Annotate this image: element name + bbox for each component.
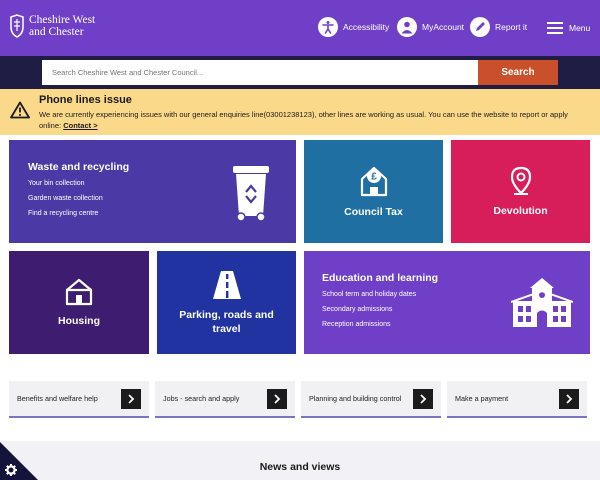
link-secondary-admissions[interactable]: Secondary admissions [322,306,416,313]
logo-line-2: and Chester [29,26,84,38]
tile-title-line-2: travel [212,322,241,335]
council-logo[interactable]: Cheshire West and Chester [9,14,95,38]
house-pound-icon: £ [360,166,387,196]
link-reception-admissions[interactable]: Reception admissions [322,321,416,328]
crest-icon [10,14,24,38]
chevron-right-icon [267,389,287,409]
map-pin-icon [510,166,531,195]
link-find-recycling-centre[interactable]: Find a recycling centre [28,210,103,217]
contact-link[interactable]: Contact > [63,121,97,130]
myaccount-link[interactable]: MyAccount [397,17,464,37]
tile-links: Your bin collection Garden waste collect… [28,172,103,217]
report-it-link[interactable]: Report it [470,17,527,37]
road-icon [212,270,241,299]
accessibility-label: Accessibility [343,22,390,32]
chevron-right-icon [121,389,141,409]
tile-title: Council Tax [344,205,403,218]
tile-title: Parking, roads and travel [179,308,274,336]
quick-link-jobs[interactable]: Jobs - search and apply [155,381,295,418]
alert-body: We are currently experiencing issues wit… [39,109,591,131]
tile-council-tax[interactable]: £ Council Tax [304,140,443,243]
myaccount-label: MyAccount [422,22,465,32]
tile-devolution[interactable]: Devolution [451,140,590,243]
house-icon [65,278,93,305]
wheelie-bin-icon [233,166,269,222]
accessibility-link[interactable]: Accessibility [318,17,389,37]
quick-link-label: Jobs - search and apply [163,394,240,403]
pencil-icon [470,17,490,37]
accessibility-icon [318,17,338,37]
alert-title: Phone lines issue [39,94,132,106]
quick-link-label: Make a payment [455,394,509,403]
quick-link-label: Planning and building control [309,394,402,403]
quick-link-planning[interactable]: Planning and building control [301,381,441,418]
search-input[interactable] [42,60,478,85]
tile-title: Devolution [493,204,548,217]
menu-label: Menu [569,23,591,33]
chevron-right-icon [559,389,579,409]
search-bar: Search [0,56,600,89]
warning-icon [10,101,30,119]
user-icon [397,17,417,37]
school-building-icon [511,278,573,327]
tile-waste-and-recycling[interactable]: Waste and recycling Your bin collection … [9,140,296,243]
link-garden-waste-collection[interactable]: Garden waste collection [28,195,103,202]
alert-message: We are currently experiencing issues wit… [39,110,568,130]
quick-link-label: Benefits and welfare help [17,394,98,403]
report-it-label: Report it [495,22,528,32]
cookie-settings-button[interactable] [0,442,38,480]
link-your-bin-collection[interactable]: Your bin collection [28,180,103,187]
site-header: Cheshire West and Chester Accessibility … [0,0,600,56]
tile-title-line-1: Parking, roads and [179,308,274,321]
tile-housing[interactable]: Housing [9,251,149,354]
news-section: News and views [0,441,600,480]
menu-button[interactable]: Menu [547,19,590,37]
svg-text:£: £ [371,171,377,182]
logo-line-1: Cheshire West [29,14,96,26]
logo-text: Cheshire West and Chester [29,14,95,38]
hamburger-icon [547,19,563,37]
quick-link-benefits[interactable]: Benefits and welfare help [9,381,149,418]
tile-education-and-learning[interactable]: Education and learning School term and h… [304,251,590,354]
link-school-term-dates[interactable]: School term and holiday dates [322,291,416,298]
tile-title: Housing [58,314,100,327]
tile-parking-roads-travel[interactable]: Parking, roads and travel [157,251,296,354]
quick-link-payment[interactable]: Make a payment [447,381,587,418]
search-button[interactable]: Search [478,60,558,85]
news-heading: News and views [259,461,341,473]
chevron-right-icon [413,389,433,409]
tile-links: School term and holiday dates Secondary … [322,283,416,328]
phone-lines-alert: Phone lines issue We are currently exper… [0,89,600,135]
